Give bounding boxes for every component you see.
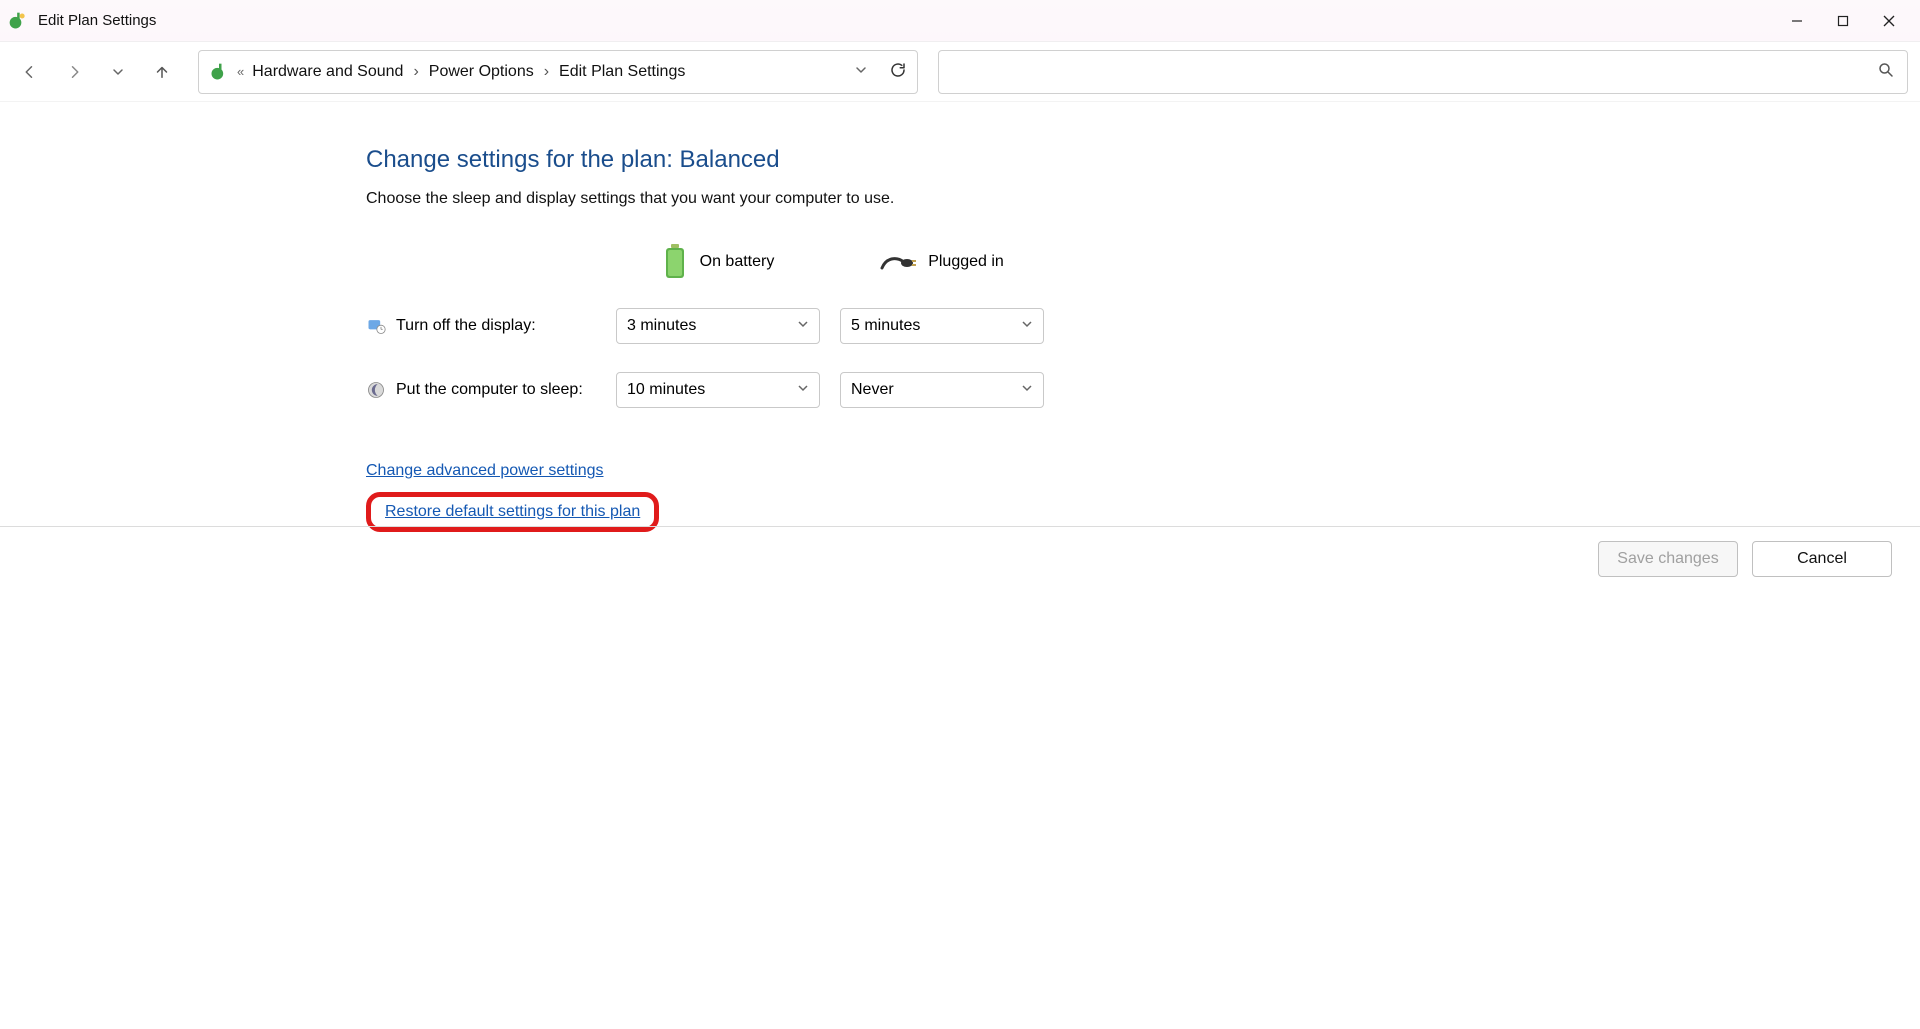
row-label-sleep-text: Put the computer to sleep: xyxy=(396,381,583,399)
display-battery-dropdown[interactable]: 3 minutes xyxy=(616,308,820,344)
restore-defaults-link[interactable]: Restore default settings for this plan xyxy=(385,503,640,521)
sleep-battery-dropdown[interactable]: 10 minutes xyxy=(616,372,820,408)
back-button[interactable] xyxy=(12,54,48,90)
column-header-battery-label: On battery xyxy=(700,253,775,271)
chevron-down-icon xyxy=(1021,381,1033,399)
breadcrumb: Hardware and Sound › Power Options › Edi… xyxy=(252,63,685,81)
main-content: Change settings for the plan: Balanced C… xyxy=(0,102,1920,532)
sleep-plugged-dropdown[interactable]: Never xyxy=(840,372,1044,408)
display-plugged-dropdown[interactable]: 5 minutes xyxy=(840,308,1044,344)
search-icon[interactable] xyxy=(1877,61,1895,83)
titlebar: Edit Plan Settings xyxy=(0,0,1920,42)
maximize-button[interactable] xyxy=(1820,5,1866,37)
cancel-button[interactable]: Cancel xyxy=(1752,541,1892,577)
breadcrumb-item[interactable]: Power Options xyxy=(429,63,534,81)
display-timer-icon xyxy=(366,316,386,336)
links-section: Change advanced power settings Restore d… xyxy=(366,462,1920,532)
app-icon xyxy=(8,11,28,31)
refresh-button[interactable] xyxy=(889,61,907,83)
window-title: Edit Plan Settings xyxy=(38,12,156,29)
sleep-moon-icon xyxy=(366,380,386,400)
settings-grid: On battery Plugged in Turn off the displ… xyxy=(366,244,1920,408)
address-dropdown-button[interactable] xyxy=(855,63,867,80)
row-label-display-text: Turn off the display: xyxy=(396,317,536,335)
change-advanced-link[interactable]: Change advanced power settings xyxy=(366,462,604,480)
path-overflow-icon[interactable]: « xyxy=(237,64,244,79)
up-button[interactable] xyxy=(144,54,180,90)
search-bar[interactable] xyxy=(938,50,1908,94)
chevron-down-icon xyxy=(1021,317,1033,335)
address-bar[interactable]: « Hardware and Sound › Power Options › E… xyxy=(198,50,918,94)
location-icon xyxy=(209,62,229,82)
toolbar: « Hardware and Sound › Power Options › E… xyxy=(0,42,1920,102)
battery-icon xyxy=(662,244,688,280)
minimize-button[interactable] xyxy=(1774,5,1820,37)
chevron-down-icon xyxy=(797,317,809,335)
display-battery-value: 3 minutes xyxy=(627,317,696,335)
sleep-battery-value: 10 minutes xyxy=(627,381,705,399)
column-header-plugged-label: Plugged in xyxy=(928,253,1004,271)
row-label-sleep: Put the computer to sleep: xyxy=(366,380,606,400)
save-changes-button[interactable]: Save changes xyxy=(1598,541,1738,577)
search-input[interactable] xyxy=(951,63,1877,81)
page-description: Choose the sleep and display settings th… xyxy=(366,190,1920,208)
chevron-right-icon: › xyxy=(544,63,549,81)
chevron-right-icon: › xyxy=(413,63,418,81)
chevron-down-icon xyxy=(797,381,809,399)
close-button[interactable] xyxy=(1866,5,1912,37)
row-label-display: Turn off the display: xyxy=(366,316,606,336)
column-header-plugged: Plugged in xyxy=(830,252,1054,272)
breadcrumb-item[interactable]: Edit Plan Settings xyxy=(559,63,685,81)
page-title: Change settings for the plan: Balanced xyxy=(366,146,1920,174)
display-plugged-value: 5 minutes xyxy=(851,317,920,335)
footer-buttons: Save changes Cancel xyxy=(0,526,1920,577)
column-header-battery: On battery xyxy=(606,244,830,280)
sleep-plugged-value: Never xyxy=(851,381,894,399)
recent-locations-button[interactable] xyxy=(100,54,136,90)
plug-icon xyxy=(880,252,916,272)
breadcrumb-item[interactable]: Hardware and Sound xyxy=(252,63,403,81)
forward-button[interactable] xyxy=(56,54,92,90)
